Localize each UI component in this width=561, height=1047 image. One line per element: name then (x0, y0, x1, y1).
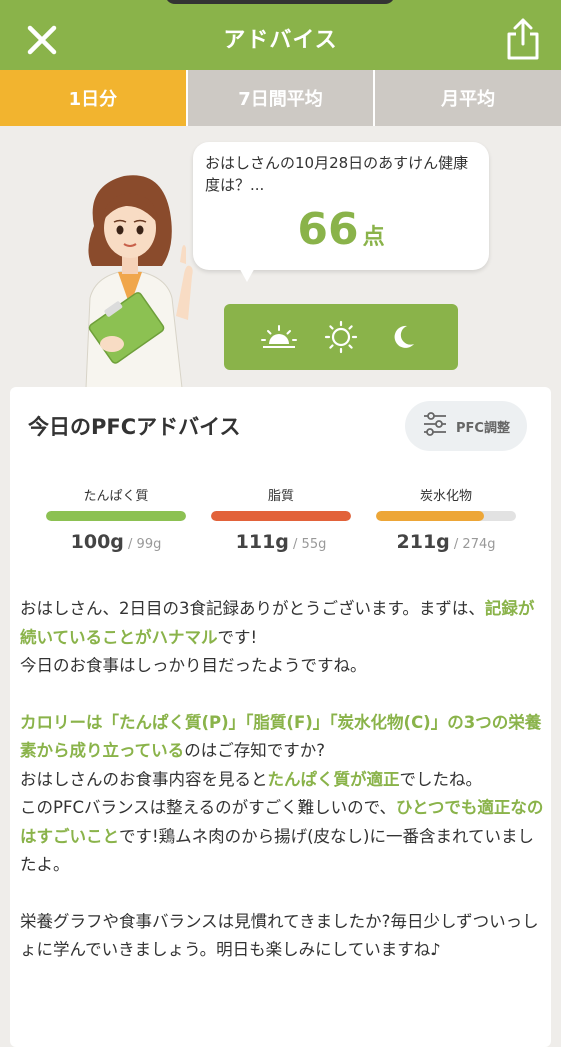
nutrient-intake: 100g (70, 531, 124, 553)
advice-text: おはしさん、2日目の3食記録ありがとうございます。まずは、記録が続いていることが… (20, 595, 545, 965)
nutrient-bar (211, 511, 351, 521)
pfc-adjust-label: PFC調整 (456, 420, 510, 436)
card-title: 今日のPFCアドバイス (28, 415, 241, 439)
nutrient-target: / 274g (453, 537, 496, 552)
speech-bubble-tail (237, 264, 257, 282)
nutrient-label: たんぱく質 (83, 489, 149, 504)
hero-section: おはしさんの10月28日のあすけん健康度は？... 66 点 (0, 126, 561, 389)
nutrient-label: 炭水化物 (419, 489, 472, 504)
health-score-question: おはしさんの10月28日のあすけん健康度は？... (205, 154, 469, 194)
tab-monthly-average[interactable]: 月平均 (373, 70, 561, 126)
nutrient-fat: 脂質 111g / 55g (211, 485, 351, 553)
moon-icon[interactable] (383, 317, 423, 357)
nutrient-intake: 211g (396, 531, 450, 553)
health-score-unit: 点 (362, 225, 385, 250)
pfc-advice-card: 今日のPFCアドバイス PFC調整 たんぱく質 100g / 99g 脂質 11… (10, 387, 551, 1047)
nutrient-bar-fill (376, 511, 484, 521)
share-icon[interactable] (503, 16, 543, 62)
advice-text-segment: です! (217, 627, 258, 647)
nutrient-label: 脂質 (267, 489, 294, 504)
pfc-adjust-button[interactable]: PFC調整 (405, 401, 527, 451)
meal-time-selector (224, 304, 458, 370)
health-score-value: 66 (297, 204, 359, 255)
advice-paragraph: 今日のお食事はしっかり目だったようですね。 (20, 656, 367, 675)
nutrient-carbohydrate: 炭水化物 211g / 274g (376, 485, 516, 553)
period-tabs: 1日分 7日間平均 月平均 (0, 70, 561, 126)
advice-text-segment: おはしさん、2日目の3食記録ありがとうございます。まずは、 (20, 599, 485, 618)
advice-paragraph: 栄養グラフや食事バランスは見慣れてきましたか?毎日少しずついっしょに学んでいきま… (20, 911, 539, 960)
sunrise-icon[interactable] (259, 317, 299, 357)
advice-paragraph: おはしさんのお食事内容を見るとたんぱく質が適正でしたね。 (20, 766, 545, 795)
advice-text-segment: のはご存知ですか? (184, 741, 325, 760)
sun-icon[interactable] (321, 317, 361, 357)
nutrient-target: / 99g (128, 537, 162, 552)
advisor-illustration (72, 166, 202, 389)
page-title: アドバイス (223, 28, 338, 53)
advice-paragraph: カロリーは「たんぱく質(P)」「脂質(F)」「炭水化物(C)」の3つの栄養素から… (20, 709, 545, 766)
speech-bubble: おはしさんの10月28日のあすけん健康度は？... 66 点 (193, 142, 489, 282)
nutrient-bar-fill (46, 511, 186, 521)
health-score: 66 点 (193, 204, 489, 255)
tab-1day[interactable]: 1日分 (0, 70, 186, 126)
device-notch (165, 0, 395, 4)
nutrient-bar (376, 511, 516, 521)
advice-paragraph: おはしさん、2日目の3食記録ありがとうございます。まずは、記録が続いていることが… (20, 595, 545, 652)
sliders-icon (422, 411, 448, 441)
tab-7day-average[interactable]: 7日間平均 (185, 70, 374, 126)
nutrient-summary: たんぱく質 100g / 99g 脂質 111g / 55g 炭水化物 211g… (46, 485, 516, 553)
nutrient-target: / 55g (293, 537, 327, 552)
advice-text-segment: でしたね。 (399, 769, 483, 789)
advice-text-segment: おはしさんのお食事内容を見ると (20, 769, 268, 789)
nutrient-bar-fill (211, 511, 351, 521)
nutrient-protein: たんぱく質 100g / 99g (46, 485, 186, 553)
nutrient-bar (46, 511, 186, 521)
advice-highlight: たんぱく質が適正 (267, 769, 400, 789)
advice-paragraph: このPFCバランスは整えるのがすごく難しいので、ひとつでも適正なのはすごいことで… (20, 794, 545, 880)
advice-text-segment: このPFCバランスは整えるのがすごく難しいので、 (20, 798, 396, 817)
nutrient-intake: 111g (235, 531, 289, 553)
header-bar: アドバイス (0, 0, 561, 70)
